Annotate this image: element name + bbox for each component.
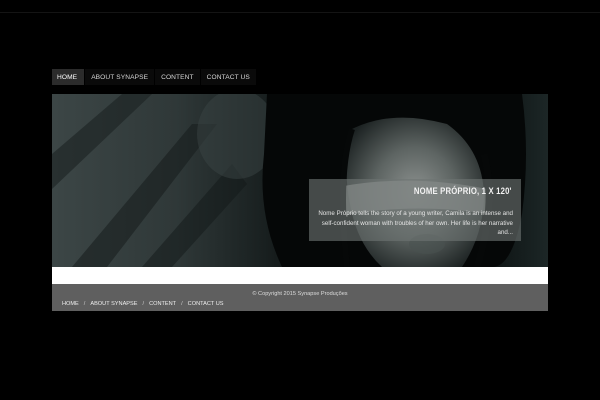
hero-slider[interactable]: Nome Próprio, 1 x 120' Nome Próprio tell… [52, 94, 548, 267]
page: HOME ABOUT SYNAPSE CONTENT CONTACT US NO… [0, 0, 600, 400]
nav-item-home[interactable]: HOME [52, 69, 86, 85]
top-divider [0, 12, 600, 13]
nav-item-contact-us[interactable]: CONTACT US [200, 69, 257, 85]
slide-title[interactable]: Nome Próprio, 1 x 120' [414, 186, 512, 196]
content-band [52, 267, 548, 284]
footer-separator: / [83, 301, 86, 307]
nav-item-content[interactable]: CONTENT [155, 69, 201, 85]
slide-description: Nome Próprio tells the story of a young … [318, 210, 513, 236]
slide-caption: Nome Próprio, 1 x 120' Nome Próprio tell… [309, 179, 521, 241]
main-nav: HOME ABOUT SYNAPSE CONTENT CONTACT US [52, 69, 257, 85]
footer-separator: / [142, 301, 145, 307]
footer-link-home[interactable]: HOME [62, 301, 79, 307]
copyright-text: © Copyright 2015 Synapse Produções [252, 291, 348, 297]
nav-item-about-synapse[interactable]: ABOUT SYNAPSE [85, 69, 156, 85]
footer-link-contact-us[interactable]: CONTACT US [188, 301, 224, 307]
footer-separator: / [181, 301, 183, 307]
footer-link-about-synapse[interactable]: ABOUT SYNAPSE [90, 301, 137, 307]
footer-nav: HOME / ABOUT SYNAPSE / CONTENT / CONTACT… [62, 301, 224, 307]
footer: © Copyright 2015 Synapse Produções HOME … [52, 284, 548, 311]
footer-link-content[interactable]: CONTENT [149, 301, 176, 307]
